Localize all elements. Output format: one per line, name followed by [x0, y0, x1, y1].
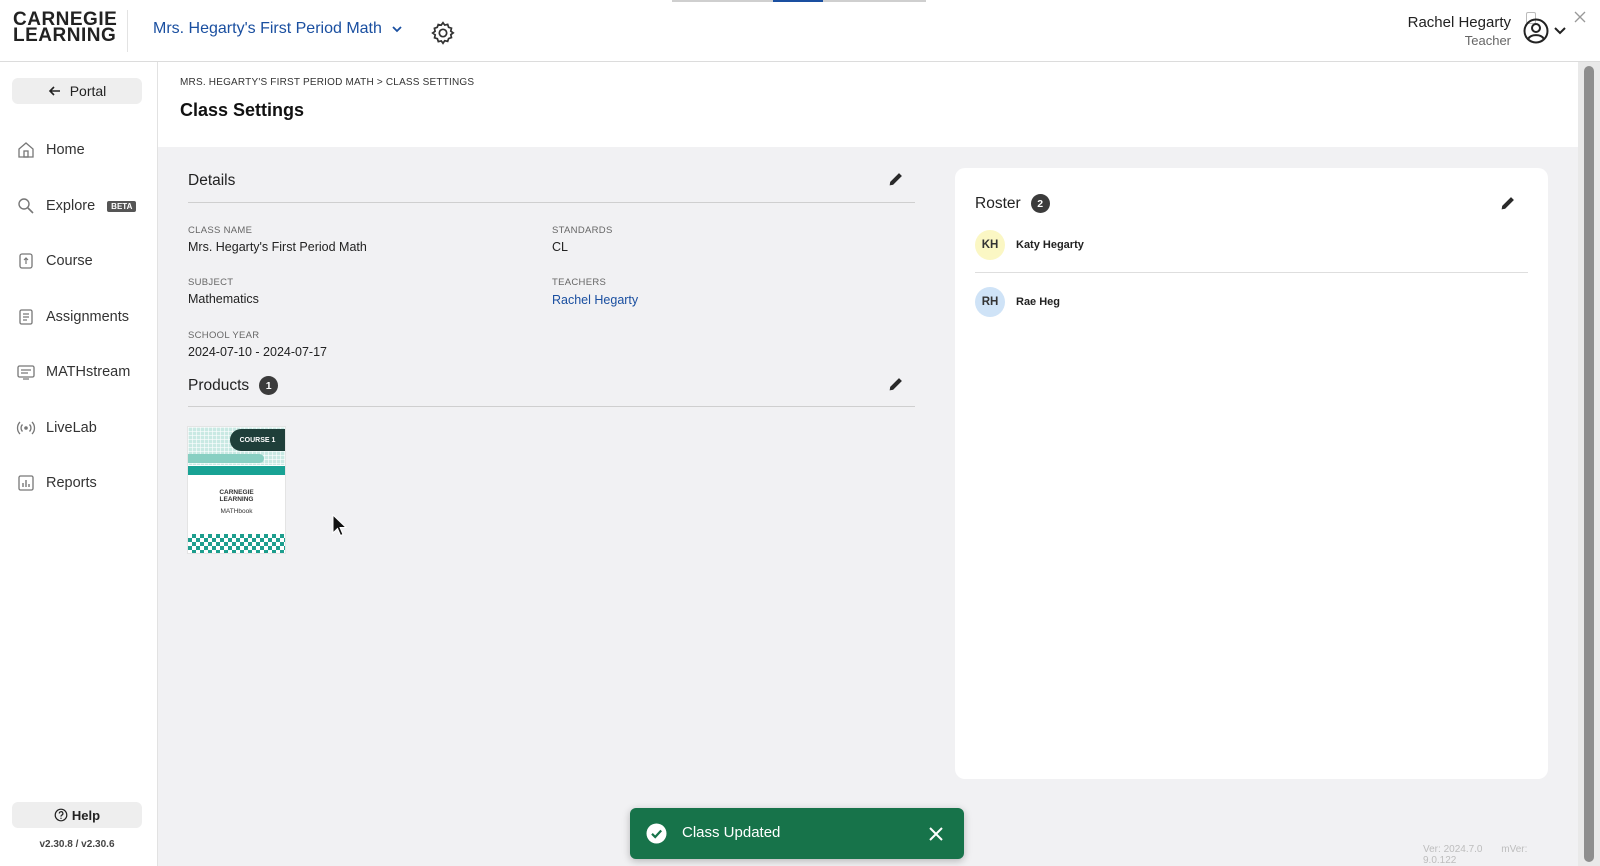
details-title: Details: [188, 172, 236, 189]
check-circle-icon: [646, 823, 667, 844]
close-icon[interactable]: [927, 825, 945, 843]
user-menu[interactable]: Rachel Hegarty Teacher: [1408, 14, 1511, 48]
gear-icon[interactable]: [430, 20, 456, 46]
teacher-link[interactable]: Rachel Hegarty: [552, 293, 638, 307]
cover-course-label: COURSE 1: [230, 429, 285, 451]
sidebar-item-assignments[interactable]: Assignments: [16, 305, 129, 329]
class-name-label: CLASS NAME: [188, 225, 253, 236]
products-title: Products 1: [188, 376, 279, 395]
top-loading-line: [672, 0, 926, 2]
details-divider: [188, 202, 915, 203]
roster-divider: [975, 272, 1528, 273]
help-icon: [54, 808, 68, 822]
class-updated-toast: Class Updated: [630, 808, 964, 859]
breadcrumb: MRS. HEGARTY'S FIRST PERIOD MATH > CLASS…: [180, 77, 475, 88]
class-selector-dropdown[interactable]: Mrs. Hegarty's First Period Math: [153, 20, 404, 38]
sidebar: Portal Home Explore BETA Course Assignme…: [0, 62, 158, 866]
main-content: MRS. HEGARTY'S FIRST PERIOD MATH > CLASS…: [158, 62, 1578, 866]
account-circle-icon[interactable]: [1523, 18, 1549, 44]
livelab-icon: [16, 421, 36, 435]
class-selector-label: Mrs. Hegarty's First Period Math: [153, 20, 382, 37]
close-icon[interactable]: [1573, 10, 1587, 24]
edit-roster-pencil-icon[interactable]: [1499, 194, 1517, 212]
roster-card: Roster 2 KH Katy Hegarty RH Rae Heg: [955, 168, 1548, 779]
student-avatar: KH: [975, 230, 1005, 260]
home-icon: [18, 142, 34, 158]
arrow-left-icon: [48, 86, 60, 96]
student-name: Katy Hegarty: [1016, 239, 1084, 251]
beta-badge: BETA: [107, 200, 137, 212]
app-version: v2.30.8 / v2.30.6: [39, 839, 115, 850]
course-icon: [19, 253, 33, 269]
page-header: MRS. HEGARTY'S FIRST PERIOD MATH > CLASS…: [158, 62, 1578, 147]
toast-message: Class Updated: [682, 824, 781, 841]
carnegie-learning-logo[interactable]: CARNEGIE LEARNING: [13, 10, 117, 45]
sidebar-item-explore[interactable]: Explore BETA: [16, 194, 137, 218]
chevron-down-icon[interactable]: [1553, 25, 1567, 37]
user-name: Rachel Hegarty: [1407, 14, 1511, 31]
chevron-down-icon: [392, 26, 402, 33]
subject-label: SUBJECT: [188, 277, 234, 288]
teachers-label: TEACHERS: [552, 277, 607, 288]
vertical-scrollbar[interactable]: [1578, 62, 1600, 866]
roster-count-badge: 2: [1030, 194, 1050, 213]
school-year-label: SCHOOL YEAR: [188, 330, 260, 341]
edit-products-pencil-icon[interactable]: [887, 375, 905, 393]
sidebar-item-home[interactable]: Home: [16, 138, 85, 162]
cover-book-title: MATHbook: [220, 508, 253, 515]
student-avatar: RH: [975, 287, 1005, 317]
cover-brand: CARNEGIE LEARNING: [219, 489, 254, 503]
subject-value: Mathematics: [188, 292, 259, 306]
product-cover-mathbook-course-1[interactable]: COURSE 1 CARNEGIE LEARNING MATHbook: [188, 427, 285, 553]
portal-button[interactable]: Portal: [12, 78, 142, 104]
logo-divider: [127, 10, 128, 52]
standards-value: CL: [552, 240, 568, 254]
student-name: Rae Heg: [1016, 296, 1061, 308]
standards-label: STANDARDS: [552, 225, 613, 236]
mouse-pointer-icon: [332, 514, 348, 537]
sidebar-item-livelab[interactable]: LiveLab: [16, 416, 97, 440]
school-year-value: 2024-07-10 - 2024-07-17: [188, 345, 327, 359]
search-icon: [18, 198, 34, 214]
products-count-badge: 1: [259, 376, 279, 395]
sidebar-item-course[interactable]: Course: [16, 249, 93, 273]
build-versions: Ver: 2024.7.0 mVer: 9.0.122: [1423, 844, 1578, 866]
scrollbar-thumb[interactable]: [1584, 66, 1594, 862]
class-name-value: Mrs. Hegarty's First Period Math: [188, 240, 367, 254]
page-title: Class Settings: [180, 100, 305, 120]
edit-details-pencil-icon[interactable]: [887, 170, 905, 188]
roster-student-row[interactable]: RH Rae Heg: [975, 287, 1060, 317]
ver-text: Ver: 2024.7.0: [1423, 844, 1483, 855]
mathstream-icon: [17, 365, 35, 380]
user-role: Teacher: [1464, 33, 1511, 48]
top-bar: CARNEGIE LEARNING Mrs. Hegarty's First P…: [0, 0, 1600, 62]
help-button[interactable]: Help: [12, 802, 142, 828]
sidebar-item-mathstream[interactable]: MATHstream: [16, 360, 130, 384]
reports-icon: [18, 475, 34, 491]
roster-student-row[interactable]: KH Katy Hegarty: [975, 230, 1084, 260]
sidebar-item-reports[interactable]: Reports: [16, 471, 97, 495]
products-divider: [188, 406, 915, 407]
roster-title: Roster 2: [975, 194, 1050, 213]
assignments-icon: [19, 309, 33, 325]
